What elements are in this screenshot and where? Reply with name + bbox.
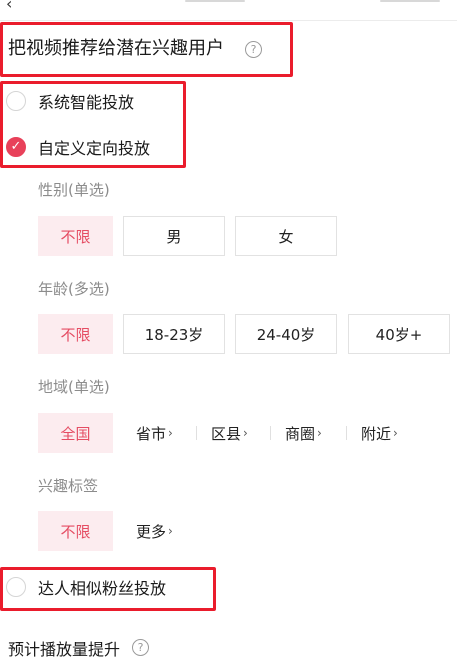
chevron-left-icon[interactable]: ‹ bbox=[6, 0, 12, 13]
header-bar: ‹ bbox=[0, 0, 457, 21]
estimate-title: 预计播放量提升 bbox=[8, 640, 121, 659]
header-action-fragment bbox=[380, 0, 440, 2]
radio-option-custom[interactable]: ✓ 自定义定向投放 bbox=[6, 135, 150, 159]
age-label: 年龄(多选) bbox=[38, 280, 110, 298]
question-circle-icon[interactable]: ? bbox=[245, 41, 262, 58]
interest-option-any[interactable]: 不限 bbox=[38, 511, 113, 551]
radio-option-similar-fans[interactable]: 达人相似粉丝投放 bbox=[6, 575, 166, 599]
gender-option-any[interactable]: 不限 bbox=[38, 216, 113, 256]
radio-label: 自定义定向投放 bbox=[38, 139, 151, 158]
divider bbox=[346, 426, 347, 440]
region-option-business-area[interactable]: 商圈 › bbox=[285, 413, 322, 453]
region-option-label: 区县 bbox=[211, 424, 242, 443]
chevron-right-icon: › bbox=[317, 426, 322, 440]
chevron-right-icon: › bbox=[168, 426, 173, 440]
age-option-any[interactable]: 不限 bbox=[38, 314, 113, 354]
interest-label: 兴趣标签 bbox=[38, 477, 99, 495]
divider bbox=[270, 426, 271, 440]
gender-option-male[interactable]: 男 bbox=[123, 216, 225, 256]
gender-label: 性别(单选) bbox=[38, 181, 110, 199]
age-option-18-23[interactable]: 18-23岁 bbox=[123, 314, 225, 354]
question-circle-icon[interactable]: ? bbox=[132, 639, 149, 656]
radio-icon[interactable] bbox=[6, 91, 26, 111]
interest-more-link[interactable]: 更多 › bbox=[136, 511, 173, 551]
header-title-fragment bbox=[185, 0, 245, 2]
region-option-label: 附近 bbox=[361, 424, 392, 443]
checked-radio-icon[interactable]: ✓ bbox=[6, 137, 26, 157]
interest-more-label: 更多 bbox=[136, 522, 167, 541]
divider bbox=[196, 426, 197, 440]
chevron-right-icon: › bbox=[243, 426, 248, 440]
radio-label: 系统智能投放 bbox=[38, 93, 135, 112]
region-option-national[interactable]: 全国 bbox=[38, 413, 113, 453]
region-label: 地域(单选) bbox=[38, 378, 110, 396]
gender-option-female[interactable]: 女 bbox=[235, 216, 337, 256]
radio-icon[interactable] bbox=[6, 577, 26, 597]
radio-label: 达人相似粉丝投放 bbox=[38, 579, 167, 598]
region-option-nearby[interactable]: 附近 › bbox=[361, 413, 398, 453]
age-option-40-plus[interactable]: 40岁+ bbox=[348, 314, 450, 354]
region-option-label: 商圈 bbox=[285, 424, 316, 443]
region-option-province[interactable]: 省市 › bbox=[136, 413, 173, 453]
section-title: 把视频推荐给潜在兴趣用户 bbox=[8, 38, 224, 59]
age-option-24-40[interactable]: 24-40岁 bbox=[235, 314, 337, 354]
region-option-label: 省市 bbox=[136, 424, 167, 443]
region-option-district[interactable]: 区县 › bbox=[211, 413, 248, 453]
chevron-right-icon: › bbox=[393, 426, 398, 440]
chevron-right-icon: › bbox=[168, 524, 173, 538]
radio-option-system[interactable]: 系统智能投放 bbox=[6, 89, 134, 113]
